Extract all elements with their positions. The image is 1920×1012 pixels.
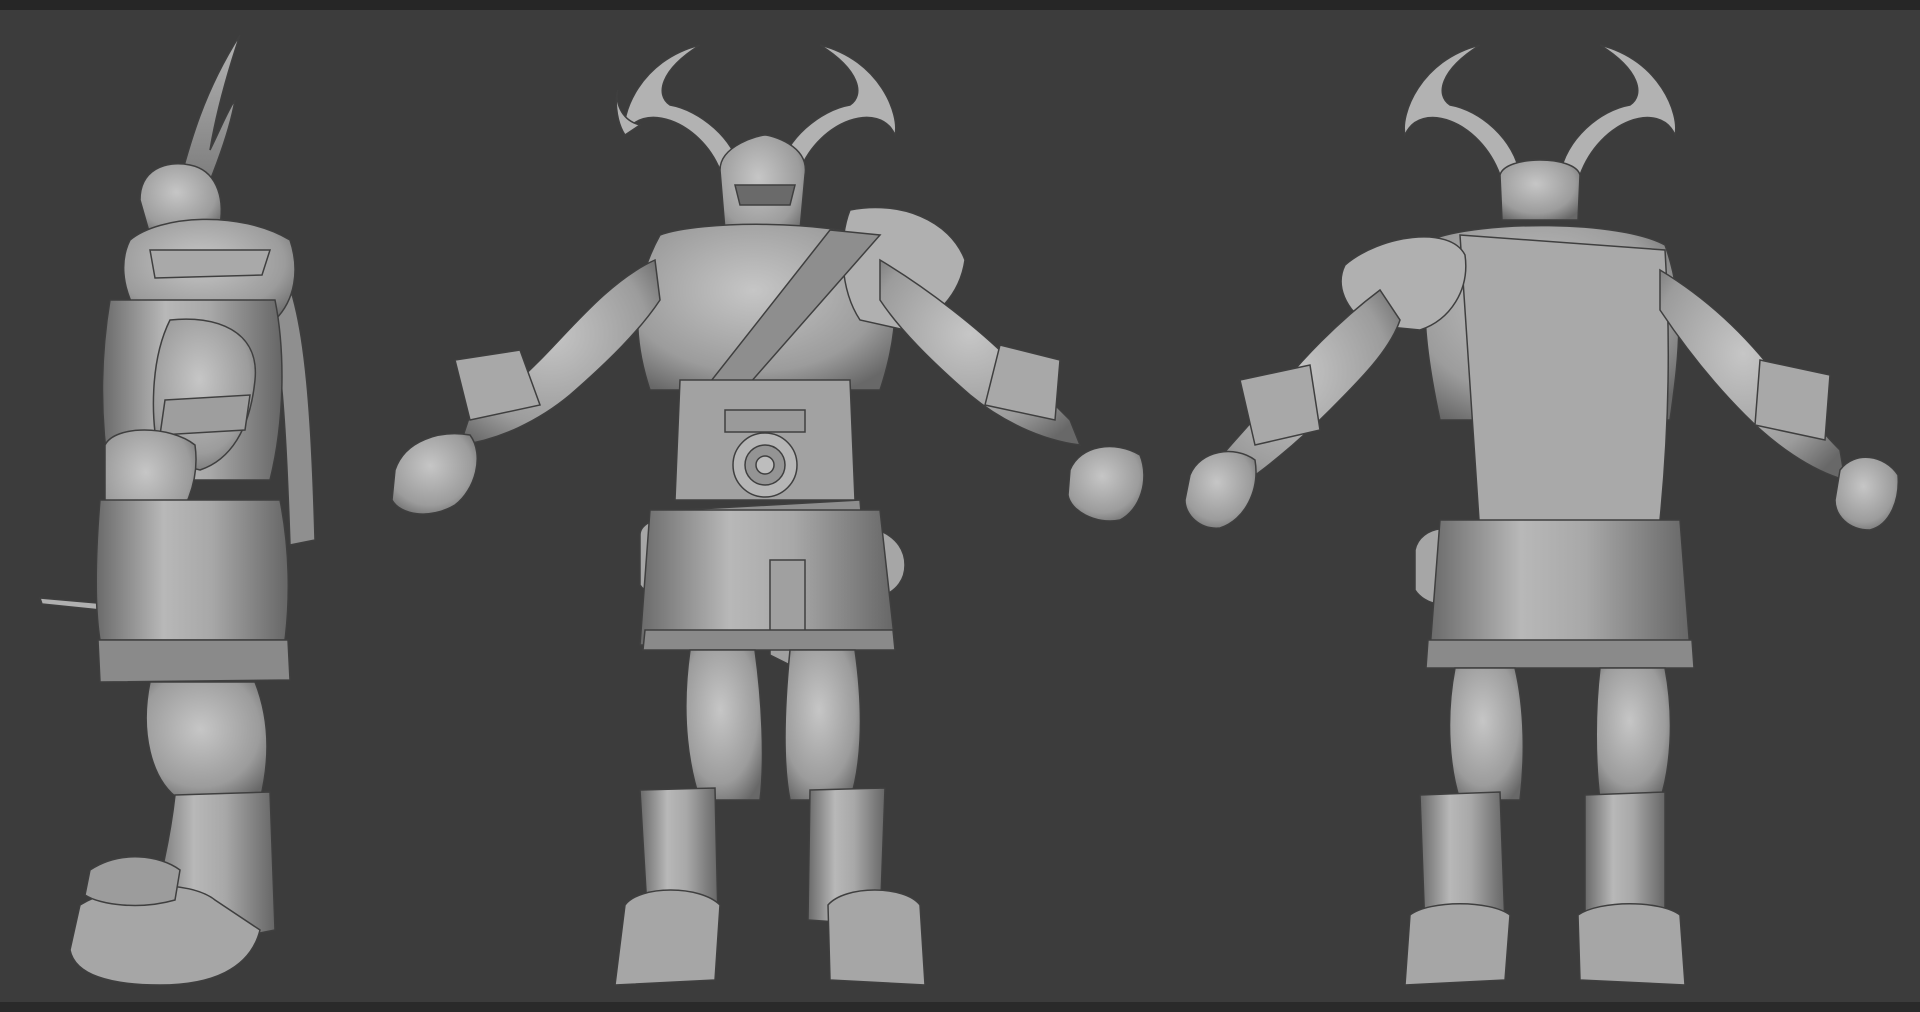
side-view xyxy=(38,34,316,986)
turnaround-render xyxy=(38,34,1899,986)
bottom-border xyxy=(0,1002,1920,1012)
render-viewport xyxy=(0,0,1920,1012)
front-view xyxy=(391,44,1145,986)
back-view xyxy=(1184,44,1899,986)
